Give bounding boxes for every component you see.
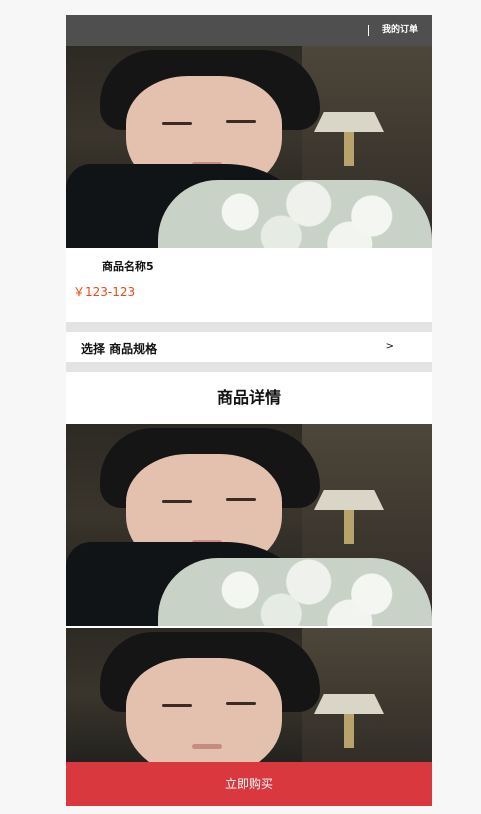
section-divider (66, 322, 432, 332)
detail-image (66, 628, 432, 776)
chevron-right-icon: > (385, 341, 394, 352)
topbar-divider (368, 25, 369, 36)
section-divider (66, 362, 432, 372)
buy-now-button[interactable]: 立即购买 (66, 762, 432, 806)
select-spec-row[interactable]: 选择 商品规格 > (66, 332, 432, 362)
select-spec-label: 选择 商品规格 (81, 342, 158, 356)
my-orders-link[interactable]: 我的订单 (382, 23, 418, 37)
mobile-page: 我的订单 商品名称5 ￥123-123 选择 商品规格 > 商品详情 立即购买 (66, 15, 432, 806)
product-name: 商品名称5 (102, 260, 154, 273)
detail-image (66, 424, 432, 626)
product-price: ￥123-123 (73, 285, 136, 299)
top-bar: 我的订单 (66, 15, 432, 46)
product-details-title: 商品详情 (66, 372, 432, 424)
product-hero-image (66, 46, 432, 248)
